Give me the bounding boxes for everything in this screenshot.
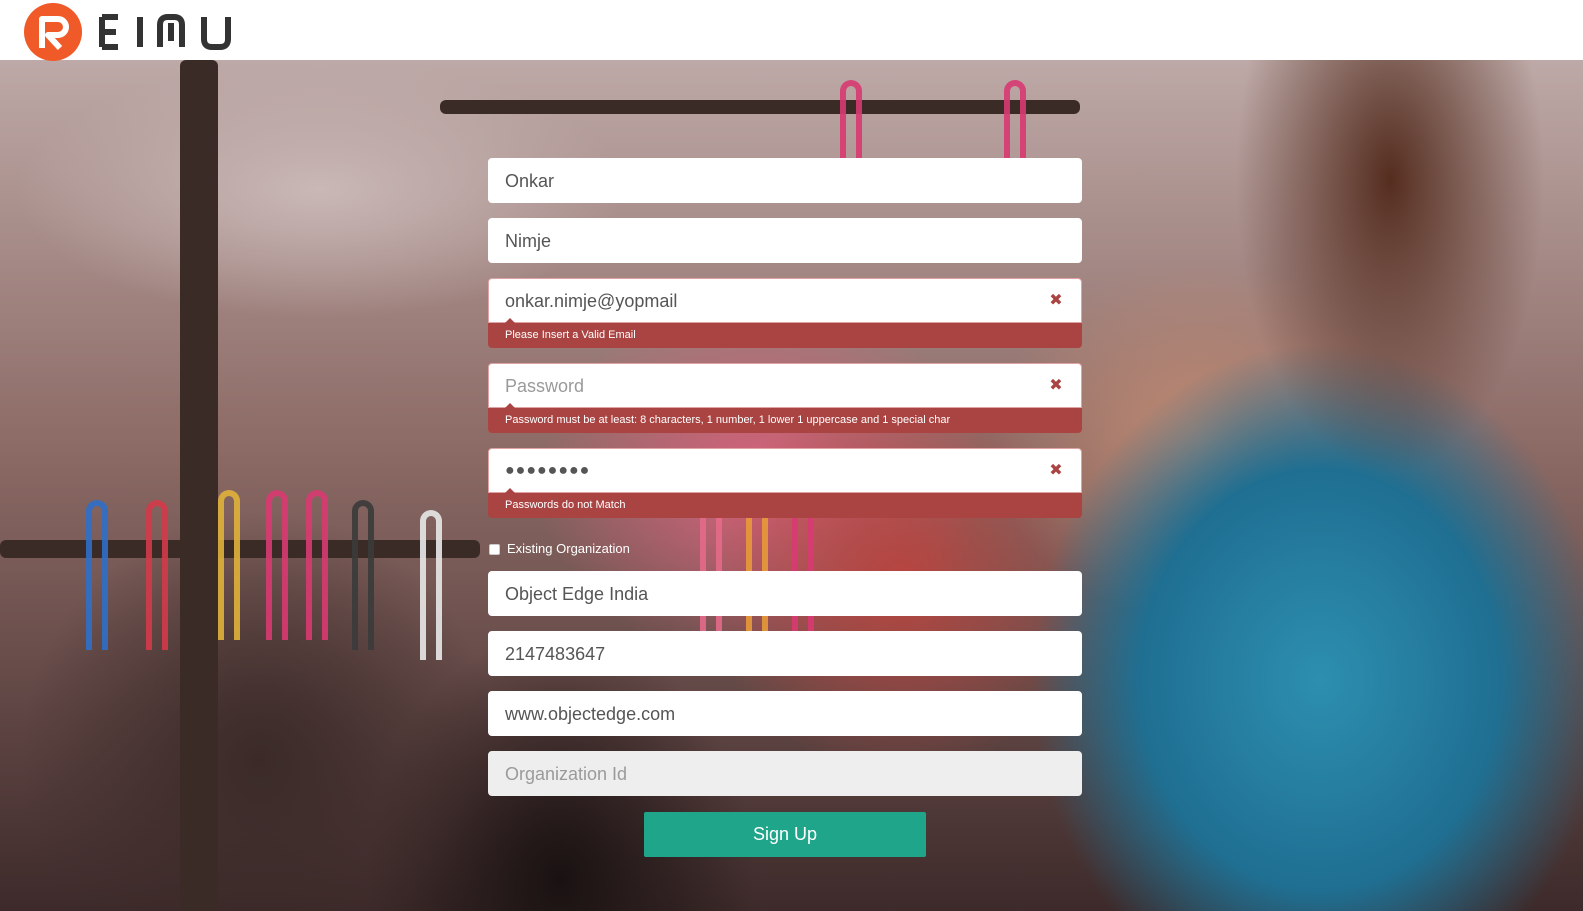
phone-value: 2147483647 xyxy=(505,644,606,664)
hanger xyxy=(146,500,168,650)
hanger xyxy=(266,490,288,640)
email-value: onkar.nimje@yopmail xyxy=(505,291,678,311)
website-input[interactable]: www.objectedge.com xyxy=(488,691,1082,736)
email-input[interactable]: onkar.nimje@yopmail ✖ xyxy=(488,278,1082,323)
phone-input[interactable]: 2147483647 xyxy=(488,631,1082,676)
hanger xyxy=(840,80,862,160)
close-icon: ✖ xyxy=(1049,292,1063,309)
clothes-rack-bar xyxy=(0,540,480,558)
email-group: onkar.nimje@yopmail ✖ Please Insert a Va… xyxy=(488,278,1082,348)
sign-up-button[interactable]: Sign Up xyxy=(644,812,926,857)
email-error-message: Please Insert a Valid Email xyxy=(488,318,1082,348)
confirm-password-group: ●●●●●●●● ✖ Passwords do not Match xyxy=(488,448,1082,518)
organization-name-value: Object Edge India xyxy=(505,584,649,604)
existing-organization-label[interactable]: Existing Organization xyxy=(507,541,630,556)
organization-name-input[interactable]: Object Edge India xyxy=(488,571,1082,616)
error-caret xyxy=(504,488,516,494)
hanger xyxy=(218,490,240,640)
confirm-password-error-text: Passwords do not Match xyxy=(505,499,626,511)
website-value: www.objectedge.com xyxy=(505,704,676,724)
reimu-logo[interactable] xyxy=(24,3,264,63)
password-placeholder: Password xyxy=(505,376,585,396)
signup-form: Onkar Nimje onkar.nimje@yopmail ✖ Please… xyxy=(488,158,1082,857)
clothes-rack-pole xyxy=(180,60,218,911)
organization-id-placeholder: Organization Id xyxy=(505,764,628,784)
last-name-input[interactable]: Nimje xyxy=(488,218,1082,263)
hanger xyxy=(86,500,108,650)
confirm-password-value: ●●●●●●●● xyxy=(505,462,591,479)
confirm-password-input[interactable]: ●●●●●●●● ✖ xyxy=(488,448,1082,493)
error-caret xyxy=(504,403,516,409)
organization-id-input[interactable]: Organization Id xyxy=(488,751,1082,796)
close-icon: ✖ xyxy=(1049,462,1063,479)
clothes-rack-top-bar xyxy=(440,100,1080,114)
password-group: Password ✖ Password must be at least: 8 … xyxy=(488,363,1082,433)
hanger xyxy=(352,500,374,650)
confirm-password-error-message: Passwords do not Match xyxy=(488,488,1082,518)
hanger xyxy=(1004,80,1026,160)
email-error-text: Please Insert a Valid Email xyxy=(505,329,636,341)
password-error-text: Password must be at least: 8 characters,… xyxy=(505,414,951,426)
password-input[interactable]: Password ✖ xyxy=(488,363,1082,408)
hanger xyxy=(420,510,442,660)
existing-organization-row: Existing Organization xyxy=(488,534,1082,564)
first-name-input[interactable]: Onkar xyxy=(488,158,1082,203)
last-name-value: Nimje xyxy=(505,231,552,251)
hanger xyxy=(306,490,328,640)
close-icon: ✖ xyxy=(1049,377,1063,394)
first-name-value: Onkar xyxy=(505,171,555,191)
header xyxy=(0,0,1583,63)
error-caret xyxy=(504,318,516,324)
existing-organization-checkbox[interactable] xyxy=(489,544,500,555)
password-error-message: Password must be at least: 8 characters,… xyxy=(488,403,1082,433)
